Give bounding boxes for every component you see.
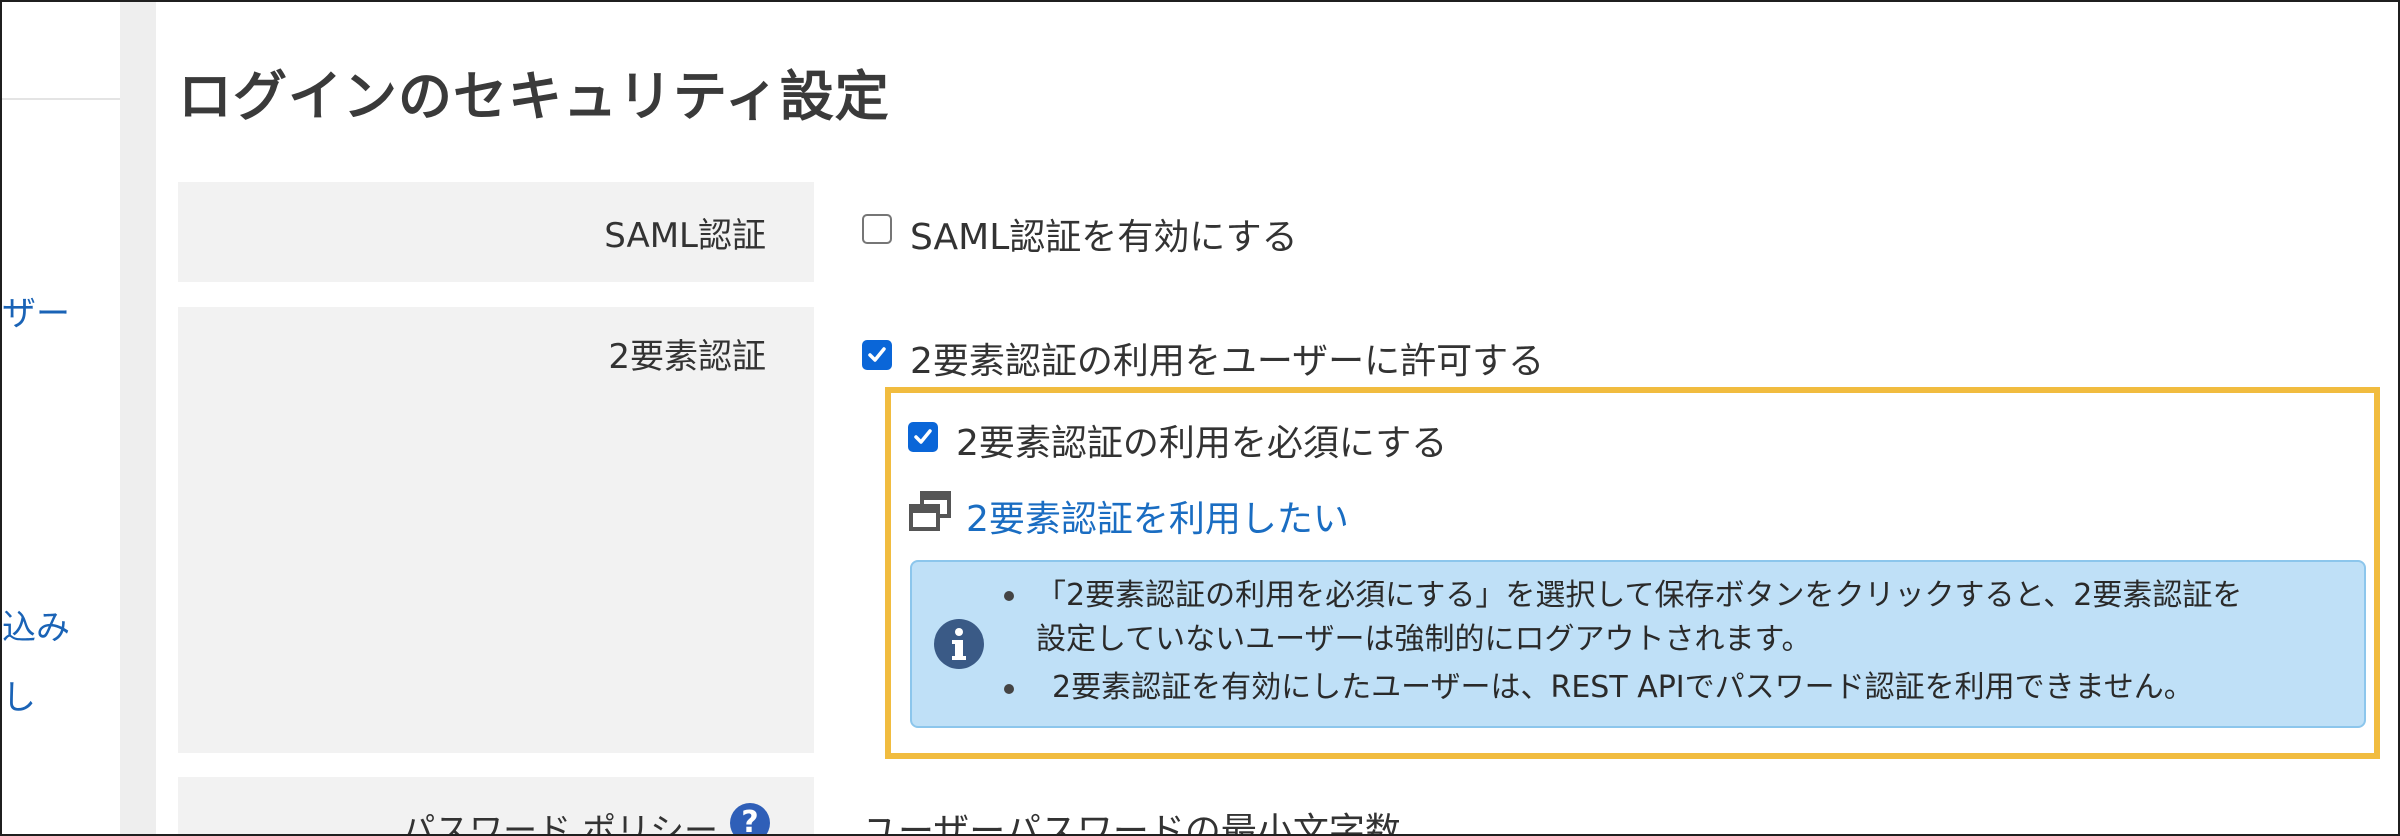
page-title: ログインのセキュリティ設定 — [178, 65, 890, 128]
allow-two-factor-label[interactable]: 2要素認証の利用をユーザーに許可する — [910, 332, 1544, 384]
info-icon — [934, 619, 984, 669]
info-bullet-1-line-2: 設定していないユーザーは強制的にログアウトされます。 — [1036, 622, 1812, 657]
settings-content: ログインのセキュリティ設定 SAML認証 SAML認証を有効にする 2要素認証 … — [156, 2, 2398, 834]
allow-two-factor-checkbox[interactable] — [862, 340, 892, 370]
saml-checkbox-label[interactable]: SAML認証を有効にする — [910, 208, 1298, 260]
password-policy-label: パスワード ポリシー — [401, 811, 718, 836]
sidebar-link-fragment[interactable]: し — [2, 670, 36, 719]
two-factor-help-link[interactable]: 2要素認証を利用したい — [966, 490, 1349, 542]
settings-window: ザー 込み し ログインのセキュリティ設定 SAML認証 SAML認証を有効にす… — [0, 0, 2400, 836]
help-icon[interactable]: ? — [730, 803, 770, 834]
require-two-factor-checkbox[interactable] — [908, 422, 938, 452]
sidebar-link-fragment[interactable]: 込み — [2, 600, 70, 649]
row-label-two-factor: 2要素認証 — [178, 307, 814, 753]
sidebar-divider — [2, 98, 120, 100]
bullet-dot — [1004, 684, 1014, 694]
bullet-dot — [1004, 591, 1014, 601]
saml-checkbox[interactable] — [862, 214, 892, 244]
row-label-saml: SAML認証 — [178, 182, 814, 282]
check-icon — [914, 429, 932, 444]
row-label-password-policy: パスワード ポリシー ? — [178, 777, 814, 836]
password-min-length-label: ユーザーパスワードの最小文字数 — [862, 811, 1401, 836]
require-two-factor-label[interactable]: 2要素認証の利用を必須にする — [956, 414, 1447, 466]
sidebar-gutter — [120, 2, 156, 834]
saml-label: SAML認証 — [604, 216, 766, 256]
info-bullet-1-line-1: 「2要素認証の利用を必須にする」を選択して保存ボタンをクリックすると、2要素認証… — [1036, 578, 2243, 613]
info-bullet-2: 2要素認証を有効にしたユーザーは、REST APIでパスワード認証を利用できませ… — [1052, 670, 2194, 705]
sidebar: ザー 込み し — [2, 2, 120, 834]
new-window-icon[interactable] — [908, 490, 952, 534]
two-factor-label: 2要素認証 — [608, 337, 766, 377]
check-icon — [868, 347, 886, 362]
info-box: 「2要素認証の利用を必須にする」を選択して保存ボタンをクリックすると、2要素認証… — [910, 560, 2366, 728]
sidebar-link-fragment[interactable]: ザー — [2, 286, 70, 335]
